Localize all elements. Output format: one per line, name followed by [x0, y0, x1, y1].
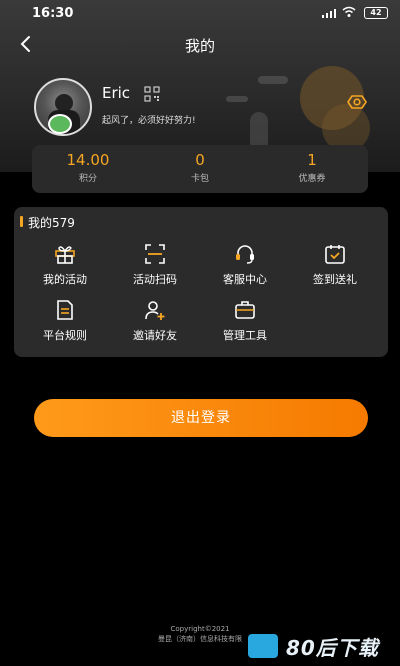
document-icon	[57, 300, 73, 320]
menu-admin-tools[interactable]: 管理工具	[200, 299, 290, 343]
menu-label: 签到送礼	[313, 273, 357, 286]
watermark-logo-icon	[248, 634, 278, 658]
wifi-icon	[342, 6, 356, 17]
stat-points[interactable]: 14.00 积分	[32, 151, 144, 184]
stat-label: 卡包	[190, 174, 209, 184]
status-time: 16:30	[32, 6, 74, 21]
settings-icon[interactable]	[346, 94, 368, 110]
username: Eric	[102, 84, 131, 102]
profile-signature: 起风了，必须好好努力!	[102, 116, 196, 126]
menu-customer-service[interactable]: 客服中心	[200, 243, 290, 287]
stat-value: 0	[195, 151, 205, 169]
section-title: 我的579	[20, 214, 75, 231]
menu-label: 我的活动	[43, 273, 87, 286]
menu-platform-rules[interactable]: 平台规则	[20, 299, 110, 343]
scan-icon	[145, 244, 165, 264]
briefcase-icon	[235, 301, 255, 319]
page-title: 我的	[184, 37, 215, 55]
stat-value: 14.00	[66, 151, 110, 169]
stat-coupons[interactable]: 1 优惠券	[256, 151, 368, 184]
profile-screen: 16:30 42 我的 Eric 起风了，必须好好努力! 14.00 积分 0 …	[0, 0, 400, 666]
signal-icon	[322, 9, 336, 18]
battery-icon: 42	[364, 7, 388, 19]
menu-invite-friends[interactable]: 邀请好友	[110, 299, 200, 343]
logout-button[interactable]: 退出登录	[34, 399, 368, 437]
menu-activity-scan[interactable]: 活动扫码	[110, 243, 200, 287]
menu-label: 客服中心	[223, 273, 267, 286]
my-features-panel: 我的579 我的活动 活动扫码 客服中心 签到送礼 平台规则 邀请好友 管理工具	[14, 207, 388, 357]
member-badge-icon	[48, 114, 72, 134]
menu-label: 平台规则	[43, 329, 87, 342]
menu-label: 邀请好友	[133, 329, 177, 342]
menu-my-activities[interactable]: 我的活动	[20, 243, 110, 287]
menu-label: 管理工具	[223, 329, 267, 342]
stat-value: 1	[307, 151, 317, 169]
status-bar: 16:30 42	[0, 0, 400, 28]
calendar-check-icon	[325, 245, 345, 264]
menu-label: 活动扫码	[133, 273, 177, 286]
stat-label: 优惠券	[298, 174, 326, 184]
stat-card-pack[interactable]: 0 卡包	[144, 151, 256, 184]
stat-label: 积分	[78, 174, 97, 184]
watermark-text: 80后下载	[286, 636, 379, 660]
add-user-icon	[145, 301, 165, 320]
gift-icon	[55, 246, 75, 264]
qr-code-icon[interactable]	[144, 86, 160, 102]
headset-icon	[236, 245, 254, 264]
nav-bar: 我的	[0, 28, 400, 60]
menu-checkin-gift[interactable]: 签到送礼	[290, 243, 380, 287]
stats-card: 14.00 积分 0 卡包 1 优惠券	[32, 145, 368, 193]
